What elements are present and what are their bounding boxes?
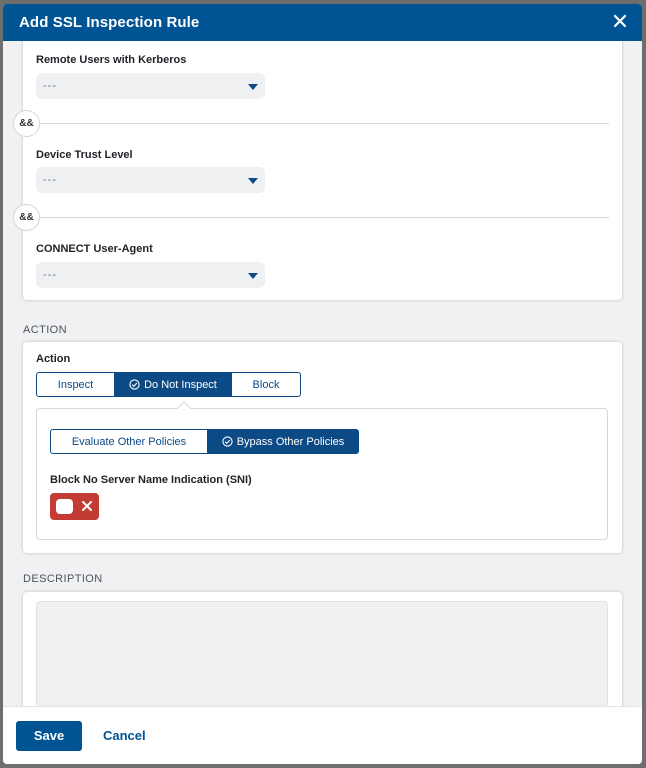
device-trust-select[interactable]: --- — [36, 167, 265, 193]
action-inspect-button[interactable]: Inspect — [36, 372, 115, 397]
action-label: Action — [36, 353, 71, 365]
do-not-inspect-options-panel: Evaluate Other Policies Bypass Other Pol… — [36, 400, 608, 540]
remote-users-label: Remote Users with Kerberos — [36, 54, 187, 66]
description-section-title: DESCRIPTION — [23, 573, 103, 585]
description-card — [23, 592, 622, 706]
action-card: Action Inspect Do Not Inspect Block Eval… — [23, 342, 622, 553]
caret-down-icon — [248, 84, 258, 90]
x-icon — [82, 501, 92, 511]
evaluate-other-policies-label: Evaluate Other Policies — [71, 435, 187, 448]
caret-down-icon — [248, 273, 258, 279]
user-agent-label: CONNECT User-Agent — [36, 243, 153, 255]
modal-header: Add SSL Inspection Rule — [3, 4, 642, 41]
action-inspect-label: Inspect — [57, 378, 94, 391]
action-section-title: ACTION — [23, 324, 67, 336]
ssl-rule-modal: Add SSL Inspection Rule Remote Users wit… — [3, 4, 642, 764]
bypass-other-policies-label: Bypass Other Policies — [236, 435, 345, 448]
user-agent-value: --- — [43, 269, 57, 281]
check-circle-icon — [222, 436, 233, 447]
toggle-knob — [56, 499, 73, 514]
action-block-label: Block — [252, 378, 280, 391]
modal-body[interactable]: Remote Users with Kerberos --- && Device… — [3, 41, 642, 706]
sni-toggle[interactable] — [50, 493, 99, 520]
caret-down-icon — [248, 178, 258, 184]
divider — [36, 123, 609, 124]
action-block-button[interactable]: Block — [231, 372, 301, 397]
sni-label: Block No Server Name Indication (SNI) — [50, 474, 252, 486]
and-operator-badge: && — [13, 204, 40, 231]
and-operator-badge: && — [13, 110, 40, 137]
description-textarea[interactable] — [36, 601, 608, 706]
modal-title: Add SSL Inspection Rule — [19, 14, 200, 31]
divider — [36, 217, 609, 218]
cancel-button[interactable]: Cancel — [103, 728, 146, 743]
user-agent-select[interactable]: --- — [36, 262, 265, 288]
action-do-not-inspect-label: Do Not Inspect — [144, 378, 217, 391]
save-button[interactable]: Save — [16, 721, 82, 751]
criteria-card: Remote Users with Kerberos --- && Device… — [13, 41, 622, 300]
device-trust-value: --- — [43, 174, 57, 186]
modal-footer: Save Cancel — [3, 706, 642, 764]
bypass-other-policies-button[interactable]: Bypass Other Policies — [207, 429, 359, 454]
close-icon[interactable] — [612, 13, 628, 29]
remote-users-select[interactable]: --- — [36, 73, 265, 99]
remote-users-value: --- — [43, 80, 57, 92]
action-do-not-inspect-button[interactable]: Do Not Inspect — [114, 372, 232, 397]
panel-pointer — [176, 400, 192, 416]
check-circle-icon — [129, 379, 140, 390]
device-trust-label: Device Trust Level — [36, 149, 133, 161]
evaluate-other-policies-button[interactable]: Evaluate Other Policies — [50, 429, 208, 454]
